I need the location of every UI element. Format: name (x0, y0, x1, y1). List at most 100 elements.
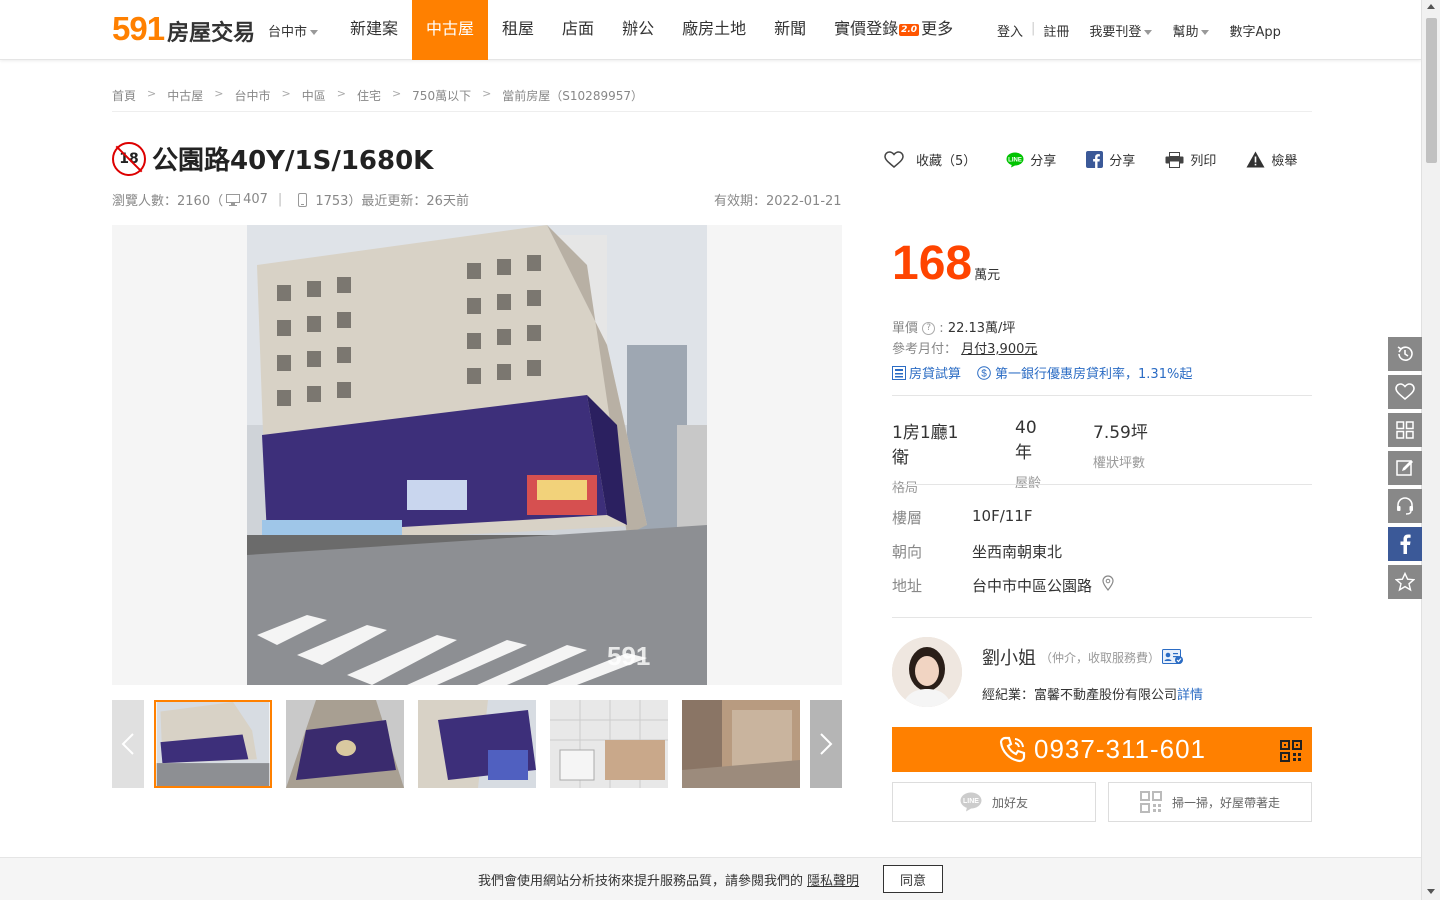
privacy-link[interactable]: 隱私聲明 (807, 870, 859, 889)
crumb-type[interactable]: 住宅 (357, 87, 381, 111)
stat-value: 40年 (1015, 418, 1037, 463)
bank-offer-link[interactable]: $ 第一銀行優惠房貸利率，1.31%起 (977, 363, 1192, 382)
thumbnail[interactable] (682, 700, 800, 788)
thumbnail[interactable] (550, 700, 668, 788)
thumbnail[interactable] (286, 700, 404, 788)
chevron-right-icon: > (281, 87, 291, 100)
city-selector[interactable]: 台中市 (268, 21, 319, 40)
divider (892, 484, 1312, 485)
stat-label: 格局 (892, 481, 919, 496)
version-badge: 2.0 (899, 23, 920, 36)
age-restriction-icon: 18 (112, 141, 146, 176)
facebook-icon (1086, 151, 1104, 168)
chevron-right-icon: > (147, 87, 157, 100)
line-add-friend-button[interactable]: LINE 加好友 (892, 782, 1096, 822)
line-share-button[interactable]: LINE 分享 (1006, 150, 1056, 169)
chevron-right-icon: > (482, 87, 492, 100)
history-button[interactable] (1388, 337, 1422, 371)
edit-icon (1396, 460, 1413, 476)
loan-calculator-label: 房貸試算 (909, 367, 962, 382)
listing-title-row: 18 公園路40Y/1S/1680K (112, 140, 433, 177)
qr-code-icon[interactable] (1280, 738, 1302, 769)
phone-number: 0937-311-601 (1034, 734, 1206, 764)
nav-used-house[interactable]: 中古屋 (412, 0, 489, 60)
chevron-right-icon (820, 733, 833, 755)
chevron-left-icon (121, 733, 134, 755)
help-icon[interactable]: ? (922, 322, 936, 335)
main-photo[interactable]: 591 (247, 225, 707, 685)
views-mobile: 1753）最近更新：26天前 (315, 194, 469, 209)
agent-company: 經紀業：富馨不動產股份有限公司詳情 (982, 684, 1203, 703)
crumb-city[interactable]: 台中市 (234, 87, 270, 111)
thumbnail[interactable] (154, 700, 272, 788)
login-link[interactable]: 登入 (997, 21, 1023, 40)
nav-more[interactable]: 更多 (920, 0, 967, 60)
compare-button[interactable] (1388, 413, 1422, 447)
help-menu[interactable]: 幫助 (1172, 21, 1210, 40)
agent-details-link[interactable]: 詳情 (1177, 688, 1203, 703)
cookie-accept-button[interactable]: 同意 (883, 865, 944, 893)
print-button[interactable]: 列印 (1165, 150, 1216, 169)
thumbnail[interactable] (418, 700, 536, 788)
page-scrollbar[interactable] (1421, 0, 1440, 900)
verified-badge-icon[interactable] (1162, 649, 1184, 665)
nav-factory-land[interactable]: 廠房土地 (668, 0, 760, 60)
post-listing-menu[interactable]: 我要刊登 (1089, 21, 1153, 40)
scan-qr-label: 掃一掃，好屋帶著走 (1171, 795, 1280, 810)
app-link[interactable]: 數字App (1229, 21, 1280, 40)
valid-until: 有效期：2022-01-21 (714, 194, 842, 209)
scroll-up-arrow-icon[interactable] (1427, 4, 1435, 9)
scroll-down-arrow-icon[interactable] (1427, 889, 1435, 894)
detail-floor: 樓層 10F/11F (892, 507, 1032, 528)
nav-rent[interactable]: 租屋 (488, 0, 548, 60)
stat-label: 權狀坪數 (1093, 456, 1146, 471)
next-photo-button[interactable] (810, 700, 842, 788)
nav-shop[interactable]: 店面 (548, 0, 608, 60)
facebook-share-button[interactable]: 分享 (1086, 150, 1135, 169)
detail-value: 台中市中區公園路 (972, 577, 1093, 595)
cookie-text: 我們會使用網站分析技術來提升服務品質，請參閱我們的 (477, 873, 803, 889)
report-button[interactable]: 檢舉 (1246, 150, 1297, 169)
favorites-button[interactable] (1388, 375, 1422, 409)
support-button[interactable] (1388, 489, 1422, 523)
prev-photo-button[interactable] (112, 700, 144, 788)
main-nav: 新建案 中古屋 租屋 店面 辦公 廠房土地 新聞 實價登錄 2.0 更多 (336, 0, 967, 60)
photo-gallery: 591 (112, 225, 842, 685)
price-block: 168 萬元 (892, 238, 1000, 290)
nav-price-register[interactable]: 實價登錄 2.0 (820, 0, 920, 60)
history-icon (1397, 346, 1413, 361)
cookie-consent-bar: 我們會使用網站分析技術來提升服務品質，請參閱我們的 隱私聲明 同意 (0, 857, 1421, 900)
chevron-right-icon: > (214, 87, 224, 100)
detail-label: 樓層 (892, 509, 923, 527)
nav-price-register-label: 實價登錄 (834, 19, 899, 38)
loan-calculator-link[interactable]: 房貸試算 (892, 363, 961, 382)
crumb-home[interactable]: 首頁 (112, 87, 136, 111)
age-label: 18 (119, 150, 139, 167)
crumb-used-house[interactable]: 中古屋 (167, 87, 203, 111)
favorite-button[interactable]: 收藏（5） (884, 150, 976, 169)
unit-price-value: 22.13萬/坪 (947, 321, 1016, 336)
scan-qr-button[interactable]: 掃一掃，好屋帶著走 (1108, 782, 1312, 822)
views-label: 瀏覽人數：2160（ (112, 194, 224, 209)
scroll-thumb[interactable] (1426, 18, 1437, 163)
detail-address: 地址 台中市中區公園路 (892, 575, 1114, 596)
star-button[interactable] (1388, 565, 1422, 599)
call-agent-button[interactable]: 0937-311-601 (892, 727, 1312, 772)
nav-new-build[interactable]: 新建案 (336, 0, 412, 60)
register-link[interactable]: 註冊 (1043, 21, 1069, 40)
crumb-district[interactable]: 中區 (302, 87, 326, 111)
divider: | (1031, 21, 1036, 36)
crumb-price-range[interactable]: 750萬以下 (412, 87, 471, 111)
stat-value: 7.59坪 (1093, 423, 1148, 443)
calculator-icon (892, 365, 906, 380)
facebook-button[interactable] (1388, 527, 1422, 561)
unit-price-label: 單價 (892, 321, 919, 336)
nav-office[interactable]: 辦公 (608, 0, 668, 60)
monthly-payment-link[interactable]: 月付3,900元 (961, 342, 1037, 357)
dollar-icon: $ (977, 365, 991, 380)
map-pin-icon[interactable] (1102, 575, 1114, 596)
site-logo[interactable]: 591 房屋交易 (112, 12, 255, 47)
nav-news[interactable]: 新聞 (760, 0, 820, 60)
loan-links: 房貸試算 $ 第一銀行優惠房貸利率，1.31%起 (892, 363, 1192, 382)
edit-button[interactable] (1388, 451, 1422, 485)
